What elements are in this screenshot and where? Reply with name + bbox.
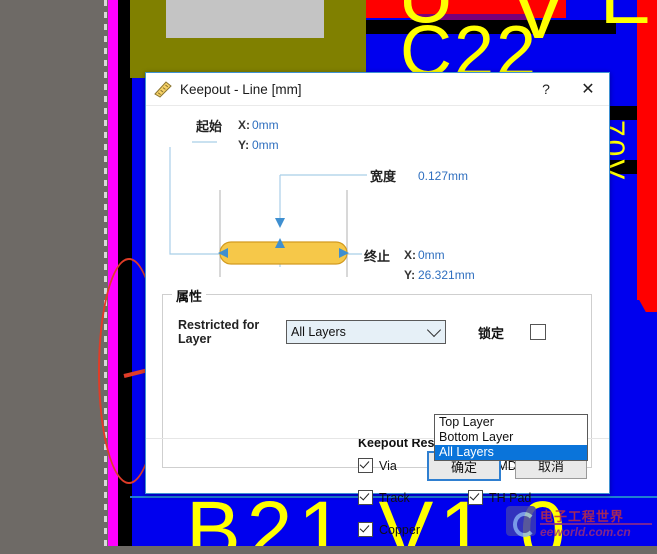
start-y-label: Y:: [238, 138, 250, 152]
dropdown-option-bottom-layer[interactable]: Bottom Layer: [435, 430, 587, 445]
start-label: 起始: [196, 119, 223, 134]
check-icon: [358, 522, 373, 537]
dialog-titlebar[interactable]: Keepout - Line [mm] ? ✕: [146, 73, 609, 106]
dropdown-option-all-layers[interactable]: All Layers: [435, 445, 587, 460]
silkscreen-e: E: [600, 0, 653, 36]
restricted-layer-row: Restricted for Layer All Layers 锁定: [178, 318, 547, 346]
start-x-value: 0mm: [252, 118, 279, 132]
lock-checkbox[interactable]: [530, 324, 547, 340]
end-x-value: 0mm: [418, 248, 445, 262]
ruler-icon: [154, 80, 172, 98]
checkbox-copper[interactable]: Copper: [358, 522, 478, 537]
start-y-value: 0mm: [252, 138, 279, 152]
right-black-pad-1: [608, 106, 638, 120]
restricted-layer-value: All Layers: [291, 325, 346, 339]
checkbox-row: Copper: [358, 522, 578, 537]
dropdown-option-top-layer[interactable]: Top Layer: [435, 415, 587, 430]
dialog-body: 起始 X: 0mm Y: 0mm 宽度 0.127mm 终止 X: 0mm Y:…: [146, 106, 609, 537]
help-button[interactable]: ?: [525, 74, 567, 105]
width-value: 0.127mm: [418, 169, 469, 183]
dialog-title: Keepout - Line [mm]: [180, 81, 302, 97]
component-body-rect: [166, 0, 324, 38]
width-label: 宽度: [370, 169, 397, 184]
start-x-label: X:: [238, 118, 250, 132]
keepout-line-dialog[interactable]: Keepout - Line [mm] ? ✕ 起始 X: 0mm Y: 0mm…: [145, 72, 610, 537]
end-y-label: Y:: [404, 268, 416, 282]
end-x-label: X:: [404, 248, 416, 262]
chevron-down-icon: [426, 322, 442, 338]
line-preview: 起始 X: 0mm Y: 0mm 宽度 0.127mm 终止 X: 0mm Y:…: [162, 112, 593, 282]
properties-group-title: 属性: [172, 286, 207, 305]
end-label: 终止: [364, 249, 391, 264]
layer-dropdown-list[interactable]: Top Layer Bottom Layer All Layers: [434, 414, 588, 461]
restricted-layer-select[interactable]: All Layers: [286, 320, 446, 344]
lock-label: 锁定: [478, 325, 505, 341]
restricted-layer-label: Restricted for Layer: [178, 318, 260, 346]
close-icon[interactable]: ✕: [567, 74, 609, 105]
copper-pad-small: [130, 62, 136, 76]
end-y-value: 26.321mm: [418, 268, 475, 282]
checkbox-copper-label: Copper: [379, 522, 420, 537]
right-red-layer: [637, 0, 657, 300]
selection-dashed-line: [104, 0, 107, 546]
